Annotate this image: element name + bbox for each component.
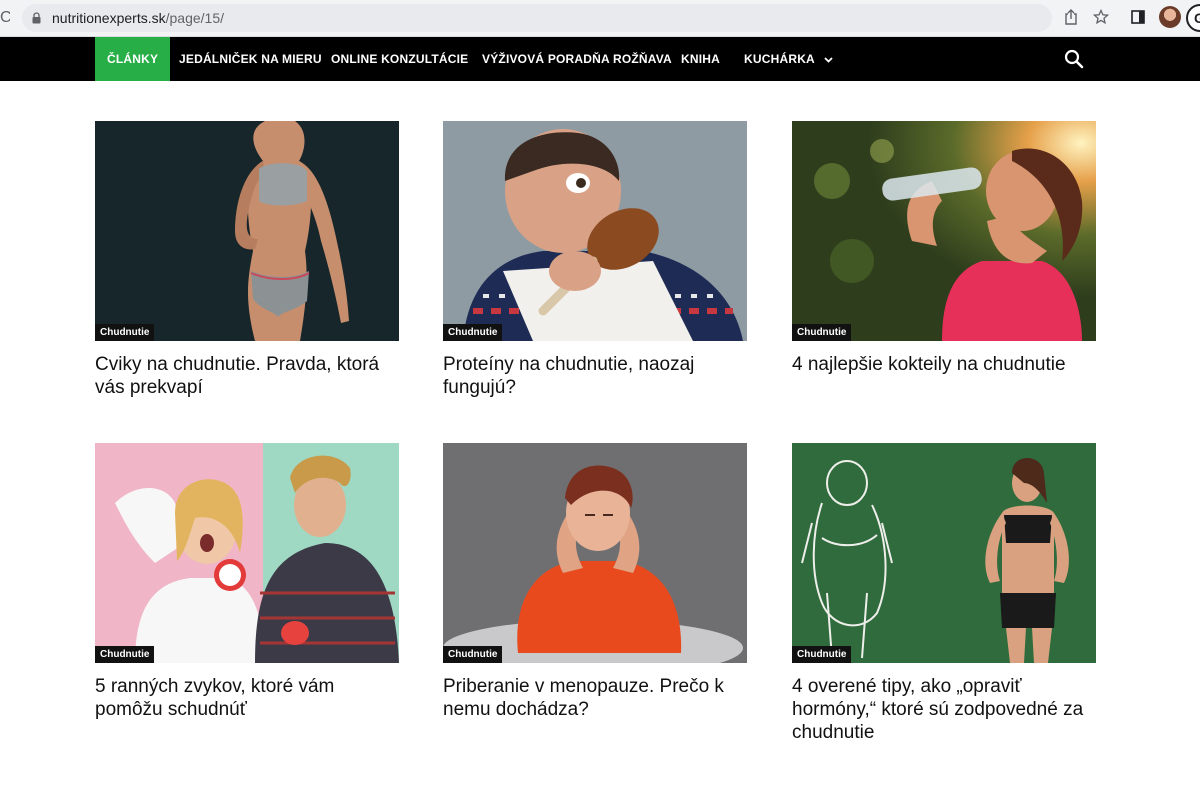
article-title[interactable]: 4 najlepšie kokteily na chudnutie bbox=[792, 353, 1096, 376]
article-title[interactable]: 4 overené tipy, ako „opraviť hormóny,“ k… bbox=[792, 675, 1096, 744]
tired-woman-image bbox=[443, 443, 747, 663]
article-title[interactable]: Proteíny na chudnutie, naozaj fungujú? bbox=[443, 353, 747, 399]
nav-item-kucharka[interactable]: KUCHÁRKA bbox=[744, 37, 833, 81]
article-card: Chudnutie 4 overené tipy, ako „opraviť h… bbox=[792, 443, 1096, 744]
category-badge[interactable]: Chudnutie bbox=[443, 324, 503, 341]
man-eating-chicken-image bbox=[443, 121, 747, 341]
category-badge[interactable]: Chudnutie bbox=[95, 324, 155, 341]
nav-item-jedalnicek-na-mieru[interactable]: JEDÁLNIČEK NA MIERU bbox=[179, 37, 322, 81]
category-badge[interactable]: Chudnutie bbox=[95, 646, 155, 663]
profile-avatar[interactable] bbox=[1159, 6, 1181, 28]
browser-toolbar: C nutritionexperts.sk/page/15/ G bbox=[0, 0, 1200, 37]
profile-menu-button[interactable]: G bbox=[1186, 4, 1200, 32]
site-navbar: ČLÁNKY JEDÁLNIČEK NA MIERU ONLINE KONZUL… bbox=[0, 37, 1200, 81]
search-icon[interactable] bbox=[1063, 48, 1085, 70]
chalkboard-woman-image bbox=[792, 443, 1096, 663]
article-thumbnail[interactable]: Chudnutie bbox=[443, 443, 747, 663]
side-panel-icon[interactable] bbox=[1128, 7, 1148, 27]
article-thumbnail[interactable]: Chudnutie bbox=[443, 121, 747, 341]
article-thumbnail[interactable]: Chudnutie bbox=[95, 443, 399, 663]
url-text: nutritionexperts.sk/page/15/ bbox=[52, 10, 224, 26]
category-badge[interactable]: Chudnutie bbox=[792, 324, 852, 341]
bookmark-star-icon[interactable] bbox=[1091, 7, 1111, 27]
article-thumbnail[interactable]: Chudnutie bbox=[95, 121, 399, 341]
reload-icon[interactable]: C bbox=[0, 9, 10, 27]
chevron-down-icon bbox=[824, 57, 833, 63]
article-card: Chudnutie Proteíny na chudnutie, naozaj … bbox=[443, 121, 747, 399]
category-badge[interactable]: Chudnutie bbox=[443, 646, 503, 663]
category-badge[interactable]: Chudnutie bbox=[792, 646, 852, 663]
article-thumbnail[interactable]: Chudnutie bbox=[792, 443, 1096, 663]
woman-drinking-water-image bbox=[792, 121, 1096, 341]
article-title[interactable]: Priberanie v menopauze. Prečo k nemu doc… bbox=[443, 675, 747, 721]
nav-item-vyzivova-poradna[interactable]: VÝŽIVOVÁ PORADŇA ROŽŇAVA bbox=[482, 37, 672, 81]
nav-item-kniha[interactable]: KNIHA bbox=[681, 37, 720, 81]
article-card: Chudnutie 4 najlepšie kokteily na chudnu… bbox=[792, 121, 1096, 376]
fitness-woman-image bbox=[95, 121, 399, 341]
nav-item-online-konzultacie[interactable]: ONLINE KONZULTÁCIE bbox=[331, 37, 468, 81]
article-card: Chudnutie 5 ranných zvykov, ktoré vám po… bbox=[95, 443, 399, 721]
nav-item-clanky[interactable]: ČLÁNKY bbox=[95, 37, 171, 81]
morning-couple-image bbox=[95, 443, 399, 663]
nav-item-kucharka-label: KUCHÁRKA bbox=[744, 52, 815, 66]
lock-icon bbox=[32, 12, 41, 24]
article-thumbnail[interactable]: Chudnutie bbox=[792, 121, 1096, 341]
url-path: /page/15/ bbox=[165, 10, 224, 26]
share-icon[interactable] bbox=[1061, 7, 1081, 27]
article-title[interactable]: 5 ranných zvykov, ktoré vám pomôžu schud… bbox=[95, 675, 399, 721]
article-card: Chudnutie Priberanie v menopauze. Prečo … bbox=[443, 443, 747, 721]
article-title[interactable]: Cviky na chudnutie. Pravda, ktorá vás pr… bbox=[95, 353, 399, 399]
address-bar[interactable]: nutritionexperts.sk/page/15/ bbox=[22, 4, 1052, 32]
url-host: nutritionexperts.sk bbox=[52, 10, 166, 26]
article-card: Chudnutie Cviky na chudnutie. Pravda, kt… bbox=[95, 121, 399, 399]
